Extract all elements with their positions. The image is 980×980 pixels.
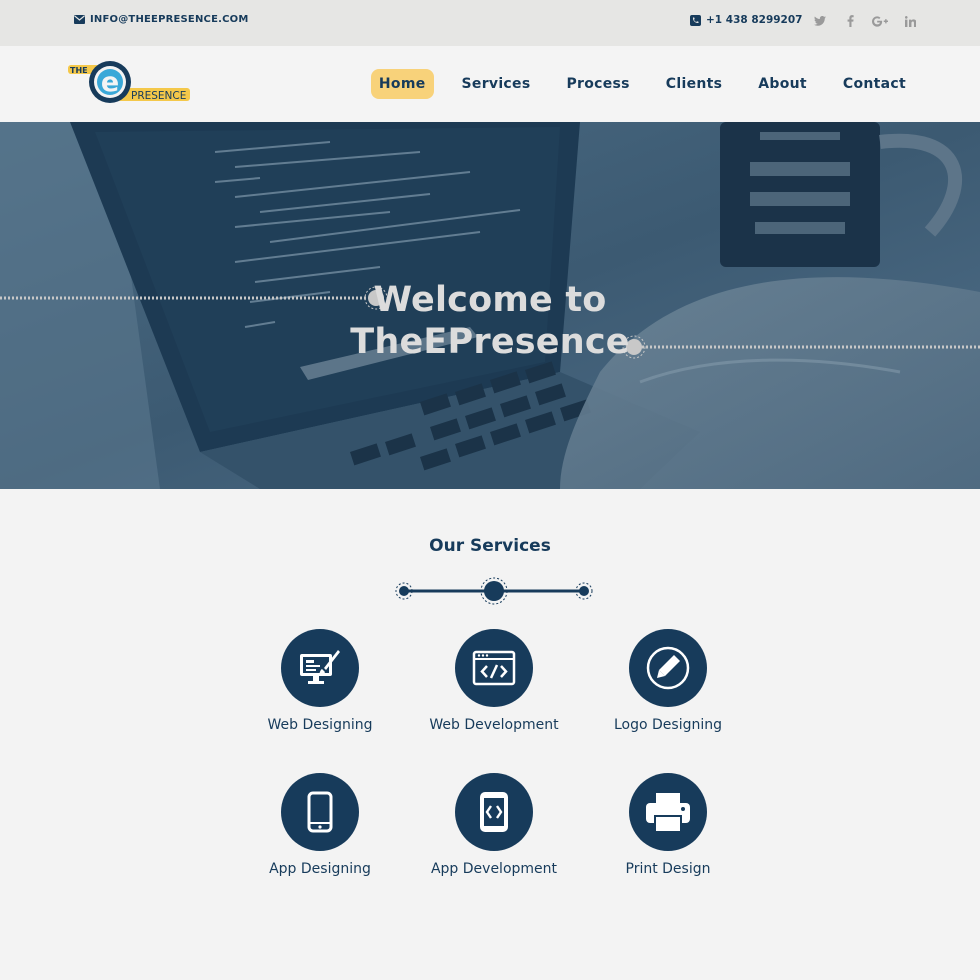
service-web-development[interactable]: Web Development — [406, 629, 582, 733]
service-label: App Development — [430, 861, 558, 877]
service-logo-designing[interactable]: Logo Designing — [580, 629, 756, 733]
hero-banner: Welcome to TheEPresence — [0, 122, 980, 489]
hero-title-line1: Welcome to — [373, 280, 607, 320]
email-contact[interactable]: INFO@THEEPRESENCE.COM — [74, 14, 249, 25]
section-divider — [395, 577, 593, 605]
social-links — [812, 13, 918, 29]
nav-clients[interactable]: Clients — [658, 69, 730, 99]
service-print-design[interactable]: Print Design — [580, 773, 756, 877]
mobile-code-icon — [480, 792, 508, 832]
service-icon-circle — [281, 629, 359, 707]
service-label: Print Design — [625, 861, 711, 877]
smartphone-icon — [307, 791, 333, 833]
service-icon-circle — [455, 773, 533, 851]
google-plus-icon[interactable] — [872, 13, 888, 29]
service-icon-circle — [629, 629, 707, 707]
nav-process[interactable]: Process — [558, 69, 637, 99]
service-label: Web Development — [429, 717, 559, 733]
top-bar: INFO@THEEPRESENCE.COM +1 438 8299207 — [0, 0, 980, 46]
svg-text:THE: THE — [70, 66, 88, 75]
service-label: App Designing — [269, 861, 371, 877]
phone-contact[interactable]: +1 438 8299207 — [690, 14, 802, 26]
pencil-circle-icon — [646, 646, 690, 690]
services-heading: Our Services — [429, 536, 551, 556]
main-navbar: e THE PRESENCE Home Services Process Cli… — [0, 46, 980, 122]
service-label: Web Designing — [267, 717, 373, 733]
service-icon-circle — [281, 773, 359, 851]
service-app-designing[interactable]: App Designing — [232, 773, 408, 877]
service-icon-circle — [455, 629, 533, 707]
site-logo[interactable]: e THE PRESENCE — [68, 58, 194, 108]
hero-title-line2: TheEPresence — [350, 322, 630, 362]
phone-icon — [690, 14, 701, 26]
phone-text[interactable]: +1 438 8299207 — [706, 14, 802, 26]
nav-home[interactable]: Home — [370, 69, 434, 99]
nav-services[interactable]: Services — [454, 69, 539, 99]
monitor-brush-icon — [300, 650, 340, 684]
service-app-development[interactable]: App Development — [406, 773, 582, 877]
code-window-icon — [472, 650, 516, 686]
linkedin-icon[interactable] — [902, 13, 918, 29]
nav-about[interactable]: About — [750, 69, 815, 99]
facebook-icon[interactable] — [842, 13, 858, 29]
logo-graphic: e THE PRESENCE — [68, 61, 190, 103]
service-icon-circle — [629, 773, 707, 851]
email-text[interactable]: INFO@THEEPRESENCE.COM — [90, 14, 249, 25]
twitter-icon[interactable] — [812, 13, 828, 29]
nav-contact[interactable]: Contact — [835, 69, 914, 99]
service-web-designing[interactable]: Web Designing — [232, 629, 408, 733]
svg-text:e: e — [101, 67, 119, 98]
svg-text:PRESENCE: PRESENCE — [131, 90, 186, 102]
printer-icon — [646, 793, 690, 831]
envelope-icon — [74, 15, 85, 24]
service-label: Logo Designing — [613, 717, 722, 733]
primary-nav: Home Services Process Clients About Cont… — [351, 69, 914, 99]
